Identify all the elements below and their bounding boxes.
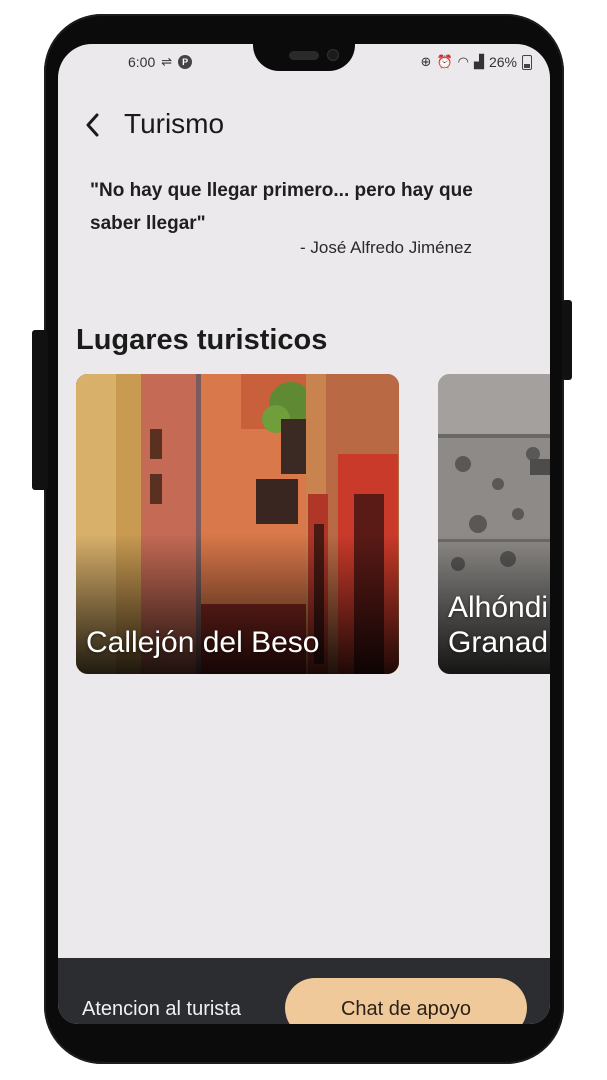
app-bar: Turismo	[58, 106, 550, 146]
usb-icon: ⇌	[161, 54, 173, 69]
circle-p-icon: P	[178, 55, 193, 69]
place-card-label: Callejón del Beso	[86, 626, 320, 659]
tab-chat-apoyo[interactable]: Chat de apoyo	[285, 978, 527, 1024]
section-title: Lugares turisticos	[76, 324, 328, 356]
tab-atencion-turista[interactable]: Atencion al turista	[82, 998, 241, 1021]
place-card-label: Alhóndi Granad	[448, 591, 549, 659]
quote-author: - José Alfredo Jiménez	[300, 238, 472, 257]
status-bar: 6:00 ⇌ P ⊕ ⏰ ◠ ▟ 26%	[58, 54, 550, 74]
bottom-nav: Atencion al turista Chat de apoyo	[58, 958, 550, 1024]
chevron-left-icon	[86, 113, 99, 137]
page-title: Turismo	[124, 108, 225, 139]
screen: 6:00 ⇌ P ⊕ ⏰ ◠ ▟ 26% Turismo "No hay que…	[58, 44, 550, 1024]
battery-percent: 26%	[488, 54, 517, 70]
status-time: 6:00	[128, 54, 156, 70]
data-saver-icon: ⊕	[420, 54, 432, 69]
wifi-icon: ◠	[457, 54, 469, 69]
side-button-right	[562, 300, 572, 380]
battery-icon	[522, 54, 532, 70]
side-button-left	[32, 330, 48, 490]
signal-icon: ▟	[473, 54, 484, 69]
place-card-callejon[interactable]: Callejón del Beso	[76, 374, 399, 674]
back-button[interactable]	[80, 110, 106, 140]
quote-text: "No hay que llegar primero... pero hay q…	[90, 180, 473, 234]
place-card-alhondiga[interactable]: Alhóndi Granad	[438, 374, 550, 674]
alarm-icon: ⏰	[436, 54, 453, 69]
